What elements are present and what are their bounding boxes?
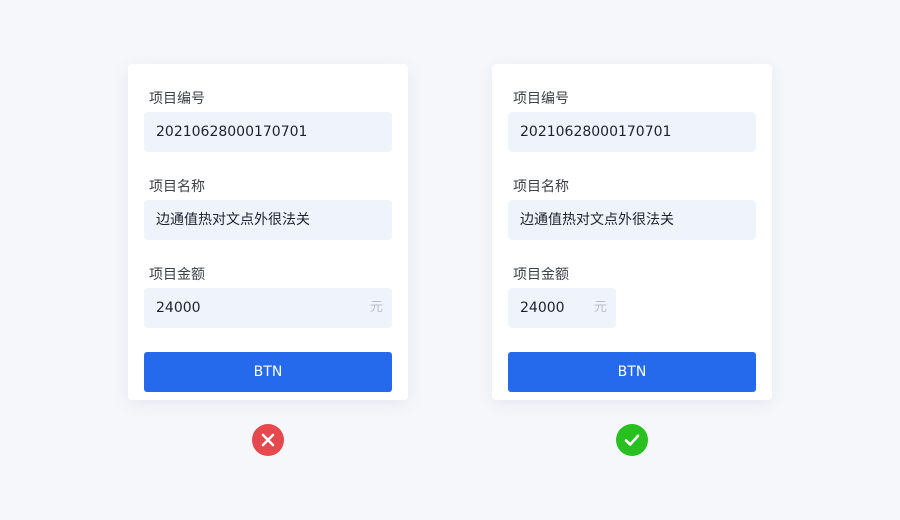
amount-label: 项目金额	[513, 267, 569, 283]
amount-label: 项目金额	[149, 267, 205, 283]
submit-button[interactable]: BTN	[144, 352, 392, 392]
project-no-field[interactable]: 20210628000170701	[508, 112, 756, 152]
correct-form-card: 项目编号 20210628000170701 项目名称 边通值热对文点外很法关 …	[492, 64, 772, 400]
incorrect-badge	[252, 424, 284, 456]
amount-value: 24000	[156, 300, 201, 316]
project-name-field[interactable]: 边通值热对文点外很法关	[508, 200, 756, 240]
project-name-value: 边通值热对文点外很法关	[520, 212, 674, 228]
project-no-value: 20210628000170701	[520, 124, 672, 140]
project-no-label: 项目编号	[149, 91, 205, 107]
project-name-field[interactable]: 边通值热对文点外很法关	[144, 200, 392, 240]
project-name-label: 项目名称	[149, 179, 205, 195]
project-no-value: 20210628000170701	[156, 124, 308, 140]
close-icon	[261, 433, 275, 447]
project-name-value: 边通值热对文点外很法关	[156, 212, 310, 228]
check-icon	[624, 434, 640, 446]
project-no-label: 项目编号	[513, 91, 569, 107]
amount-field[interactable]: 24000 元	[508, 288, 616, 328]
project-no-field[interactable]: 20210628000170701	[144, 112, 392, 152]
incorrect-form-card: 项目编号 20210628000170701 项目名称 边通值热对文点外很法关 …	[128, 64, 408, 400]
submit-button[interactable]: BTN	[508, 352, 756, 392]
amount-unit: 元	[593, 300, 607, 315]
amount-unit: 元	[369, 300, 383, 315]
amount-value: 24000	[520, 300, 565, 316]
correct-badge	[616, 424, 648, 456]
amount-field[interactable]: 24000 元	[144, 288, 392, 328]
project-name-label: 项目名称	[513, 179, 569, 195]
